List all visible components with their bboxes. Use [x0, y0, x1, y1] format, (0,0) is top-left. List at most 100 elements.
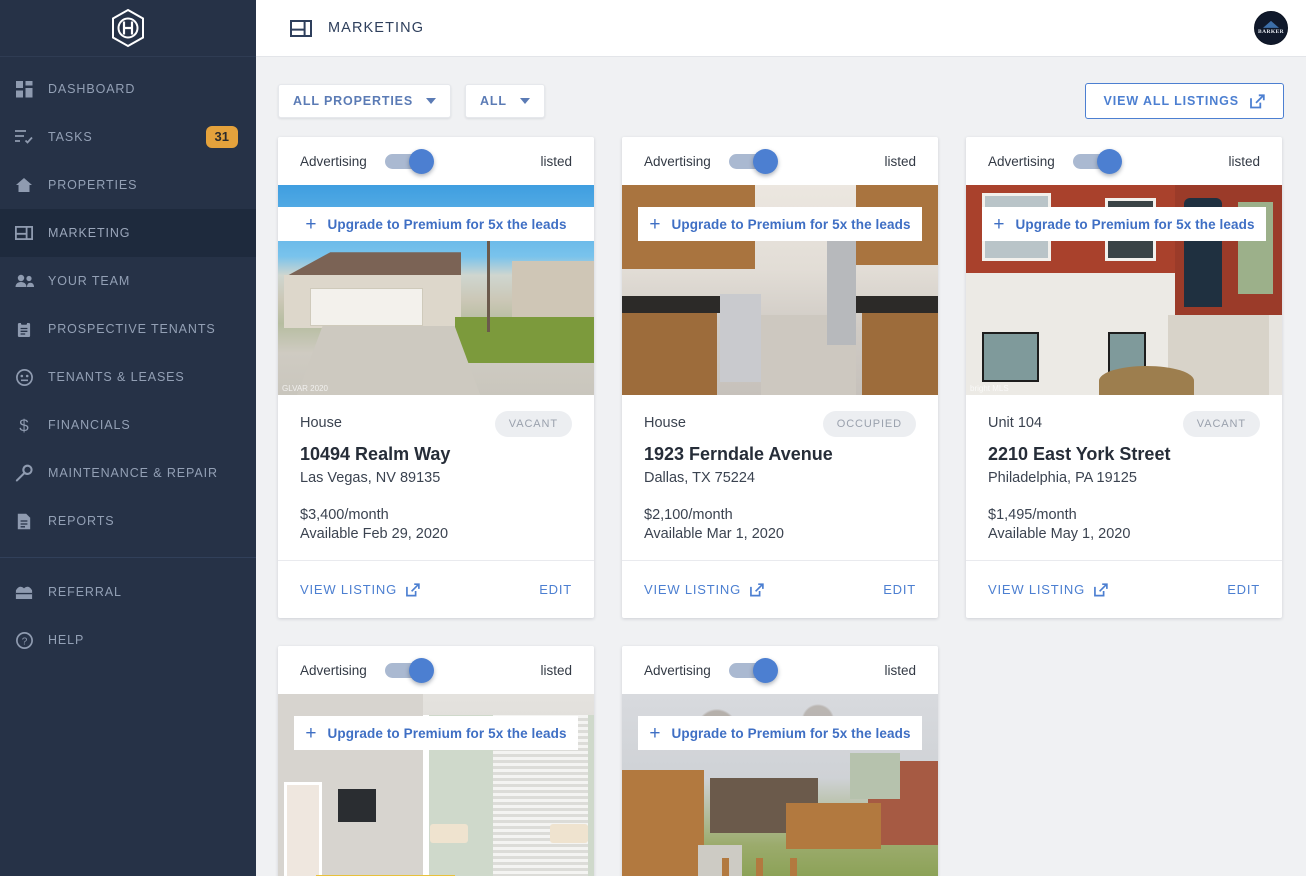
sidebar-item-financials[interactable]: $ FINANCIALS: [0, 401, 256, 449]
upgrade-premium-banner[interactable]: + Upgrade to Premium for 5x the leads: [982, 207, 1266, 241]
listing-unit-type: Unit 104: [988, 415, 1043, 431]
upgrade-premium-banner[interactable]: + Upgrade to Premium for 5x the leads: [638, 207, 922, 241]
dashboard-grid-icon: [0, 80, 48, 98]
sidebar-divider: [0, 557, 256, 558]
property-filter-value: ALL PROPERTIES: [293, 94, 414, 108]
sidebar-item-your-team[interactable]: YOUR TEAM: [0, 257, 256, 305]
listing-photo: + Upgrade to Premium for 5x the leads: [278, 694, 594, 876]
upgrade-premium-label: Upgrade to Premium for 5x the leads: [327, 216, 567, 232]
listing-price: $1,495/month: [988, 507, 1077, 523]
listing-card[interactable]: Advertising listed + Upgrade to Premium …: [278, 137, 594, 618]
clipboard-icon: [0, 320, 48, 338]
edit-listing-link[interactable]: EDIT: [883, 582, 916, 597]
listing-details: House OCCUPIED 1923 Ferndale Avenue Dall…: [622, 395, 938, 560]
listed-status-label: listed: [884, 153, 916, 169]
sidebar-item-label: REPORTS: [48, 514, 115, 528]
upgrade-premium-banner[interactable]: + Upgrade to Premium for 5x the leads: [278, 207, 594, 241]
listing-availability: Available May 1, 2020: [988, 526, 1131, 542]
status-badge: VACANT: [494, 411, 572, 437]
sidebar-item-label: HELP: [48, 633, 85, 647]
app-logo[interactable]: [0, 0, 256, 57]
upgrade-premium-banner[interactable]: + Upgrade to Premium for 5x the leads: [294, 716, 578, 750]
toggle-knob: [408, 148, 434, 174]
listing-card-actions: VIEW LISTING EDIT: [622, 560, 938, 618]
sidebar-item-properties[interactable]: PROPERTIES: [0, 161, 256, 209]
sidebar-item-prospective-tenants[interactable]: PROSPECTIVE TENANTS: [0, 305, 256, 353]
advertising-label: Advertising: [988, 153, 1055, 169]
status-filter-dropdown[interactable]: ALL: [465, 84, 545, 118]
listing-availability: Available Feb 29, 2020: [300, 526, 449, 542]
main-area: MARKETING BARKER ALL PROPERTIES ALL VIEW…: [256, 0, 1306, 876]
plus-icon: +: [649, 722, 661, 744]
listing-card[interactable]: Advertising listed + Upgrade to Premium …: [622, 646, 938, 876]
sidebar-item-label: MAINTENANCE & REPAIR: [48, 466, 218, 480]
advertising-label: Advertising: [300, 662, 367, 678]
top-bar: MARKETING BARKER: [256, 0, 1306, 57]
advertising-toggle[interactable]: [728, 657, 778, 683]
dollar-icon: $: [0, 416, 48, 434]
sidebar-item-label: TENANTS & LEASES: [48, 370, 185, 384]
external-link-icon: [1250, 93, 1265, 109]
sidebar-item-referral[interactable]: REFERRAL: [0, 568, 256, 616]
advertising-label: Advertising: [644, 153, 711, 169]
advertising-toggle[interactable]: [384, 148, 434, 174]
gift-box-icon: [0, 585, 48, 600]
listing-card-header: Advertising listed: [622, 646, 938, 694]
sidebar-item-label: FINANCIALS: [48, 418, 131, 432]
listing-card-header: Advertising listed: [278, 646, 594, 694]
people-icon: [0, 274, 48, 288]
document-icon: [0, 513, 48, 530]
listing-price: $3,400/month: [300, 507, 389, 523]
upgrade-premium-banner[interactable]: + Upgrade to Premium for 5x the leads: [638, 716, 922, 750]
hexagon-h-logo-icon: [112, 8, 144, 48]
listing-card[interactable]: Advertising listed + Upgrade to Premium …: [622, 137, 938, 618]
sidebar-item-label: PROSPECTIVE TENANTS: [48, 322, 216, 336]
listing-photo: + Upgrade to Premium for 5x the leads: [622, 694, 938, 876]
sidebar-item-tasks[interactable]: TASKS 31: [0, 113, 256, 161]
advertising-toggle[interactable]: [384, 657, 434, 683]
edit-listing-link[interactable]: EDIT: [539, 582, 572, 597]
sidebar-item-dashboard[interactable]: DASHBOARD: [0, 65, 256, 113]
property-filter-dropdown[interactable]: ALL PROPERTIES: [278, 84, 452, 118]
view-listing-label: VIEW LISTING: [988, 582, 1086, 597]
view-all-listings-button[interactable]: VIEW ALL LISTINGS: [1084, 83, 1284, 119]
upgrade-premium-label: Upgrade to Premium for 5x the leads: [327, 725, 567, 741]
listing-price: $2,100/month: [644, 507, 733, 523]
listing-card-actions: VIEW LISTING EDIT: [278, 560, 594, 618]
listing-card-header: Advertising listed: [622, 137, 938, 185]
listed-status-label: listed: [540, 153, 572, 169]
listing-photo: + Upgrade to Premium for 5x the leads: [622, 185, 938, 395]
toggle-knob: [408, 657, 434, 683]
sidebar-item-marketing[interactable]: MARKETING: [0, 209, 256, 257]
sidebar-item-maintenance-repair[interactable]: MAINTENANCE & REPAIR: [0, 449, 256, 497]
advertising-toggle[interactable]: [1072, 148, 1122, 174]
view-listing-link[interactable]: VIEW LISTING: [300, 582, 420, 597]
photo-watermark: bright MLS: [970, 384, 1009, 393]
svg-text:?: ?: [21, 636, 27, 647]
sidebar-item-help[interactable]: ? HELP: [0, 616, 256, 664]
listing-details: Unit 104 VACANT 2210 East York Street Ph…: [966, 395, 1282, 560]
listing-card-actions: VIEW LISTING EDIT: [966, 560, 1282, 618]
listing-details: House VACANT 10494 Realm Way Las Vegas, …: [278, 395, 594, 560]
listing-card[interactable]: Advertising listed + Upgrade to Premium …: [278, 646, 594, 876]
tasks-count-badge: 31: [205, 125, 238, 149]
sidebar-item-reports[interactable]: REPORTS: [0, 497, 256, 545]
avatar-roof-icon: [1263, 20, 1279, 28]
sidebar-item-label: YOUR TEAM: [48, 274, 131, 288]
view-listing-link[interactable]: VIEW LISTING: [988, 582, 1108, 597]
view-listing-link[interactable]: VIEW LISTING: [644, 582, 764, 597]
avatar[interactable]: BARKER: [1254, 11, 1288, 45]
plus-icon: +: [305, 213, 317, 235]
edit-listing-link[interactable]: EDIT: [1227, 582, 1260, 597]
sidebar-item-tenants-leases[interactable]: TENANTS & LEASES: [0, 353, 256, 401]
status-badge: OCCUPIED: [822, 411, 916, 437]
plus-icon: +: [649, 213, 661, 235]
content-scroll-area: ALL PROPERTIES ALL VIEW ALL LISTINGS Adv…: [256, 57, 1306, 876]
advertising-toggle[interactable]: [728, 148, 778, 174]
listing-card[interactable]: Advertising listed + Upgrade to Premium …: [966, 137, 1282, 618]
marketing-billboard-icon: [290, 19, 312, 37]
listing-card-header: Advertising listed: [966, 137, 1282, 185]
external-link-icon: [406, 582, 420, 597]
listing-address: 10494 Realm Way: [300, 444, 451, 464]
svg-text:$: $: [19, 416, 29, 434]
